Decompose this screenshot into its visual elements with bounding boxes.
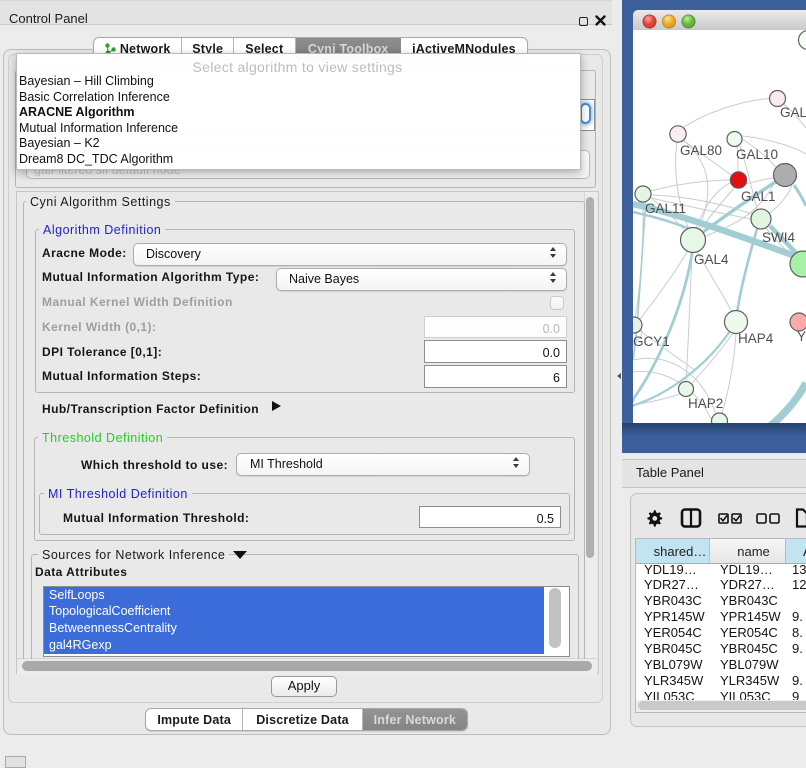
svg-text:GAL10: GAL10 [736,147,778,162]
svg-text:GAL7: GAL7 [780,105,806,120]
svg-text:GAL4: GAL4 [694,252,729,267]
svg-text:GAL11: GAL11 [645,201,686,216]
svg-text:GAL80: GAL80 [680,143,722,158]
svg-text:HAP4: HAP4 [738,331,774,346]
svg-text:SWI4: SWI4 [762,230,795,245]
svg-text:GAL1: GAL1 [741,189,776,204]
svg-text:GCY1: GCY1 [633,334,670,349]
svg-text:Y: Y [797,329,806,344]
svg-text:HAP2: HAP2 [688,396,723,411]
